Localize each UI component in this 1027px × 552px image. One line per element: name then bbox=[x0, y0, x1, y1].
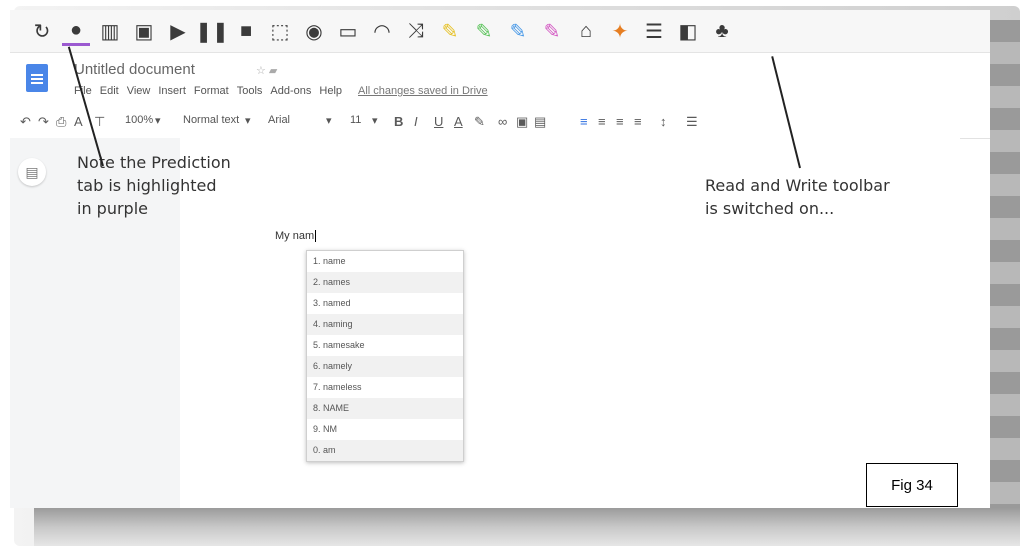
menu-format[interactable]: Format bbox=[194, 85, 229, 97]
voice-note-icon[interactable]: ◧ bbox=[674, 17, 702, 45]
translator-icon[interactable]: ⤨ bbox=[402, 17, 430, 45]
screen-mask-icon[interactable]: ▭ bbox=[334, 17, 362, 45]
highlight-blue-icon[interactable]: ✎ bbox=[504, 17, 532, 45]
clear-highlights-icon[interactable]: ⌂ bbox=[572, 17, 600, 45]
menu-tools[interactable]: Tools bbox=[237, 85, 263, 97]
zoom-select[interactable]: 100% bbox=[125, 114, 153, 126]
zoom-dropdown-icon[interactable]: ▾ bbox=[155, 114, 161, 127]
prediction-item[interactable]: 8. NAME bbox=[307, 398, 463, 419]
shadow-bottom bbox=[34, 508, 1020, 546]
bold-icon[interactable]: B bbox=[394, 114, 403, 129]
pause-icon[interactable]: ❚❚ bbox=[195, 17, 229, 45]
link-icon[interactable]: ∞ bbox=[498, 114, 507, 129]
prediction-item[interactable]: 5. namesake bbox=[307, 335, 463, 356]
prediction-list: 1. name 2. names 3. named 4. naming 5. names… bbox=[306, 250, 464, 462]
print-icon[interactable]: ⎙ bbox=[56, 114, 66, 130]
spellcheck-icon[interactable]: A bbox=[74, 114, 83, 129]
redo-icon[interactable]: ↷ bbox=[38, 114, 49, 130]
numbered-list-icon[interactable]: ☰ bbox=[686, 114, 698, 130]
prediction-icon[interactable]: ● bbox=[62, 17, 90, 46]
screenshot-reader-icon[interactable]: ⬚ bbox=[266, 17, 294, 45]
menu-view[interactable]: View bbox=[127, 85, 151, 97]
menu-help[interactable]: Help bbox=[319, 85, 342, 97]
align-center-icon[interactable]: ≡ bbox=[598, 114, 606, 129]
talk-type-icon[interactable]: ◠ bbox=[368, 17, 396, 45]
font-size-select[interactable]: 11 bbox=[350, 114, 361, 126]
document-outline-icon[interactable]: ▤ bbox=[18, 158, 46, 186]
document-title[interactable]: Untitled document bbox=[74, 61, 195, 78]
menu-bar: File Edit View Insert Format Tools Add-ons Help… bbox=[74, 85, 488, 97]
menu-addons[interactable]: Add-ons bbox=[270, 85, 311, 97]
saved-status-link[interactable]: All changes saved in Drive bbox=[358, 85, 488, 97]
font-dropdown-icon[interactable]: ▾ bbox=[326, 114, 332, 127]
read-write-toolbar: ↻ ● ▥ ▣ ▶ ❚❚ ■ ⬚ ◉ ▭ ◠ ⤨ ✎ ✎ ✎ ✎ ⌂ ✦ ☰ ◧ ♣ bbox=[10, 10, 990, 53]
highlight-color-icon[interactable]: ✎ bbox=[474, 114, 485, 130]
style-dropdown-icon[interactable]: ▾ bbox=[245, 114, 251, 127]
stop-icon[interactable]: ■ bbox=[232, 17, 260, 45]
text-color-icon[interactable]: A bbox=[454, 114, 463, 129]
highlight-green-icon[interactable]: ✎ bbox=[470, 17, 498, 45]
comment-icon[interactable]: ▣ bbox=[516, 114, 528, 130]
prediction-item[interactable]: 3. named bbox=[307, 293, 463, 314]
undo-icon[interactable]: ↶ bbox=[20, 114, 31, 130]
typed-text[interactable]: My nam bbox=[275, 230, 317, 243]
prediction-item[interactable]: 4. naming bbox=[307, 314, 463, 335]
italic-icon[interactable]: I bbox=[414, 114, 418, 129]
paint-format-icon[interactable]: ⊤ bbox=[94, 114, 105, 130]
screenshot: ↻ ● ▥ ▣ ▶ ❚❚ ■ ⬚ ◉ ▭ ◠ ⤨ ✎ ✎ ✎ ✎ ⌂ ✦ ☰ ◧ ♣ Untitled document… bbox=[10, 10, 990, 508]
highlight-yellow-icon[interactable]: ✎ bbox=[436, 17, 464, 45]
collect-highlights-icon[interactable]: ✦ bbox=[606, 17, 634, 45]
picture-dictionary-icon[interactable]: ▣ bbox=[130, 17, 158, 45]
note-toolbar-on: Read and Write toolbar is switched on... bbox=[705, 176, 890, 218]
highlight-pink-icon[interactable]: ✎ bbox=[538, 17, 566, 45]
prediction-item[interactable]: 9. NM bbox=[307, 419, 463, 440]
format-toolbar: ↶ ↷ ⎙ A ⊤ 100% ▾ Normal text ▾ Arial ▾ 1… bbox=[10, 108, 990, 139]
align-left-icon[interactable]: ≡ bbox=[580, 114, 588, 129]
underline-icon[interactable]: U bbox=[434, 114, 443, 129]
dictionary-icon[interactable]: ▥ bbox=[96, 17, 124, 45]
docs-logo-icon[interactable] bbox=[26, 64, 48, 92]
menu-edit[interactable]: Edit bbox=[100, 85, 119, 97]
menu-insert[interactable]: Insert bbox=[158, 85, 186, 97]
audio-maker-icon[interactable]: ◉ bbox=[300, 17, 328, 45]
justify-icon[interactable]: ≡ bbox=[634, 114, 642, 129]
font-size-dropdown-icon[interactable]: ▾ bbox=[372, 114, 378, 127]
image-icon[interactable]: ▤ bbox=[534, 114, 546, 130]
prediction-item[interactable]: 2. names bbox=[307, 272, 463, 293]
font-select[interactable]: Arial bbox=[268, 114, 290, 126]
simplify-icon[interactable]: ♣ bbox=[708, 17, 736, 45]
text-cursor bbox=[315, 230, 317, 243]
check-it-icon[interactable]: ↻ bbox=[28, 17, 56, 45]
prediction-item[interactable]: 7. nameless bbox=[307, 377, 463, 398]
prediction-item[interactable]: 1. name bbox=[307, 251, 463, 272]
style-select[interactable]: Normal text bbox=[183, 114, 239, 126]
align-right-icon[interactable]: ≡ bbox=[616, 114, 624, 129]
prediction-item[interactable]: 6. namely bbox=[307, 356, 463, 377]
line-spacing-icon[interactable]: ↕ bbox=[660, 114, 667, 129]
play-icon[interactable]: ▶ bbox=[164, 17, 192, 45]
figure-label: Fig 34 bbox=[866, 463, 958, 507]
prediction-item[interactable]: 0. am bbox=[307, 440, 463, 461]
star-folder-icons[interactable]: ☆ ▰ bbox=[256, 64, 277, 77]
vocabulary-list-icon[interactable]: ☰ bbox=[640, 17, 668, 45]
